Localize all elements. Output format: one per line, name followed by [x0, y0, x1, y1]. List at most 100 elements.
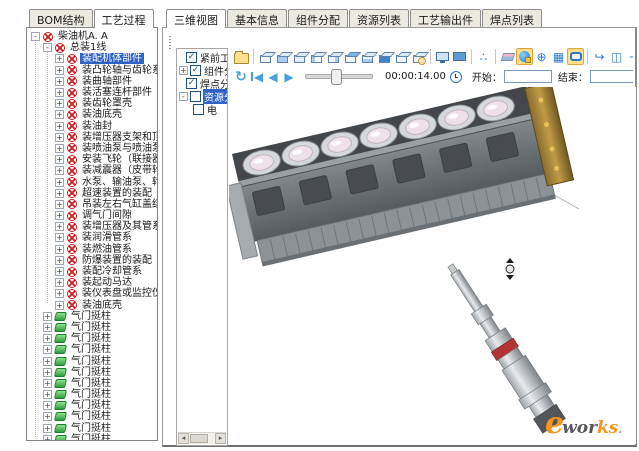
- expander-icon[interactable]: +: [179, 66, 188, 75]
- layers-horizontal-scrollbar[interactable]: ◂ ▸: [178, 432, 226, 444]
- play-forward-icon[interactable]: ▶: [281, 69, 297, 85]
- tab-三维视图[interactable]: 三维视图: [166, 9, 226, 28]
- tree-item[interactable]: +气门挺柱: [27, 367, 157, 378]
- section-view-icon[interactable]: ◫: [608, 48, 625, 65]
- three-d-viewport[interactable]: [229, 87, 636, 444]
- view-front-icon[interactable]: [274, 48, 291, 65]
- expander-icon[interactable]: +: [55, 301, 64, 310]
- measure-icon[interactable]: [516, 48, 533, 65]
- layer-item[interactable]: -资源分: [177, 90, 227, 103]
- tree-item[interactable]: +装油底壳: [27, 109, 157, 120]
- capture-view-icon[interactable]: [451, 48, 468, 65]
- tree-item[interactable]: +装仪表盘或监控仪: [27, 288, 157, 299]
- expander-icon[interactable]: +: [55, 178, 64, 187]
- expander-icon[interactable]: +: [55, 66, 64, 75]
- tree-item[interactable]: +装配机体部件: [27, 53, 157, 64]
- expander-icon[interactable]: +: [55, 77, 64, 86]
- expander-icon[interactable]: +: [55, 110, 64, 119]
- tree-item[interactable]: +气门挺柱: [27, 344, 157, 355]
- expander-icon[interactable]: +: [55, 88, 64, 97]
- view-back-icon[interactable]: [291, 48, 308, 65]
- tree-item[interactable]: +装齿轮罩壳: [27, 98, 157, 109]
- tree-item[interactable]: +装活塞连杆部件: [27, 87, 157, 98]
- wireframe-icon[interactable]: ▦: [550, 48, 567, 65]
- tree-item[interactable]: +气门挺柱: [27, 311, 157, 322]
- tree-item[interactable]: +装曲轴部件: [27, 76, 157, 87]
- checkbox-icon[interactable]: ✓: [186, 52, 197, 63]
- expander-icon[interactable]: +: [43, 435, 52, 441]
- tree-item[interactable]: +装减震器（皮带轮）: [27, 165, 157, 176]
- expander-icon[interactable]: +: [55, 144, 64, 153]
- tree-item[interactable]: +装起动马达: [27, 277, 157, 288]
- tree-item[interactable]: +调气门间隙: [27, 210, 157, 221]
- tree-item[interactable]: -柴油机A. A: [27, 31, 157, 42]
- view-left-icon[interactable]: [308, 48, 325, 65]
- view-bottom-icon[interactable]: [359, 48, 376, 65]
- end-input[interactable]: [590, 70, 633, 83]
- snapshot-icon[interactable]: [434, 48, 451, 65]
- tree-item[interactable]: +气门挺柱: [27, 423, 157, 434]
- zoom-window-icon[interactable]: [410, 48, 427, 65]
- tree-item[interactable]: +装凸轮轴与齿轮系部: [27, 65, 157, 76]
- expander-icon[interactable]: +: [55, 99, 64, 108]
- structure-tree-icon[interactable]: ∴: [475, 48, 492, 65]
- start-input[interactable]: [504, 70, 552, 83]
- view-top-icon[interactable]: [342, 48, 359, 65]
- expander-icon[interactable]: -: [31, 32, 40, 41]
- expander-icon[interactable]: +: [43, 323, 52, 332]
- tree-item[interactable]: +装喷油泵与喷油泵传: [27, 143, 157, 154]
- move-part-icon[interactable]: +: [625, 48, 633, 65]
- expander-icon[interactable]: +: [43, 401, 52, 410]
- expander-icon[interactable]: +: [55, 155, 64, 164]
- view-axonometric-icon[interactable]: [393, 48, 410, 65]
- expander-icon[interactable]: +: [43, 312, 52, 321]
- play-backward-icon[interactable]: ◀: [265, 69, 281, 85]
- expander-icon[interactable]: +: [43, 424, 52, 433]
- expander-icon[interactable]: +: [43, 379, 52, 388]
- checkbox-icon[interactable]: [193, 104, 204, 115]
- checkbox-icon[interactable]: ✓: [190, 65, 201, 76]
- expander-icon[interactable]: +: [55, 166, 64, 175]
- tree-item[interactable]: +装增压器支架和顶面: [27, 132, 157, 143]
- tab-工艺输出件[interactable]: 工艺输出件: [410, 9, 481, 27]
- scrollbar-thumb[interactable]: [190, 434, 208, 443]
- tree-item[interactable]: +气门挺柱: [27, 411, 157, 422]
- tree-item[interactable]: +水泵、输油泵、转速: [27, 176, 157, 187]
- tree-item[interactable]: +气门挺柱: [27, 400, 157, 411]
- tab-资源列表[interactable]: 资源列表: [349, 9, 409, 27]
- tab-工艺过程[interactable]: 工艺过程: [94, 9, 154, 28]
- tree-item[interactable]: +吊装左右气缸盖结合: [27, 199, 157, 210]
- expander-icon[interactable]: +: [55, 278, 64, 287]
- tree-item[interactable]: +装增压器及其管系: [27, 221, 157, 232]
- tree-item[interactable]: +超速装置的装配: [27, 188, 157, 199]
- expander-icon[interactable]: +: [43, 412, 52, 421]
- expander-icon[interactable]: +: [55, 200, 64, 209]
- expander-icon[interactable]: +: [55, 289, 64, 298]
- time-slider[interactable]: [305, 74, 373, 79]
- view-isometric-icon[interactable]: [257, 48, 274, 65]
- tree-item[interactable]: +安装飞轮（联接器）: [27, 154, 157, 165]
- skip-to-start-icon[interactable]: ◀: [249, 69, 265, 85]
- annotation-icon[interactable]: [567, 48, 584, 65]
- view-shaded-icon[interactable]: [376, 48, 393, 65]
- loop-animation-icon[interactable]: ↻: [233, 69, 249, 85]
- tree-item[interactable]: +气门挺柱: [27, 355, 157, 366]
- expander-icon[interactable]: +: [55, 189, 64, 198]
- expander-icon[interactable]: +: [43, 368, 52, 377]
- tree-item[interactable]: +气门挺柱: [27, 389, 157, 400]
- expander-icon[interactable]: +: [43, 357, 52, 366]
- expander-icon[interactable]: +: [55, 222, 64, 231]
- open-file-icon[interactable]: [233, 48, 250, 65]
- tab-基本信息[interactable]: 基本信息: [227, 9, 287, 27]
- tree-item[interactable]: +装油底壳: [27, 300, 157, 311]
- expander-icon[interactable]: +: [43, 345, 52, 354]
- tree-item[interactable]: +气门挺柱: [27, 434, 157, 441]
- tree-item[interactable]: +气门挺柱: [27, 378, 157, 389]
- link-path-icon[interactable]: ↪: [591, 48, 608, 65]
- tree-item[interactable]: +装配冷却管系: [27, 266, 157, 277]
- tab-BOM结构[interactable]: BOM结构: [29, 9, 93, 27]
- tree-item[interactable]: +气门挺柱: [27, 333, 157, 344]
- globe-icon[interactable]: ⊕: [533, 48, 550, 65]
- expander-icon[interactable]: +: [55, 267, 64, 276]
- expander-icon[interactable]: +: [55, 133, 64, 142]
